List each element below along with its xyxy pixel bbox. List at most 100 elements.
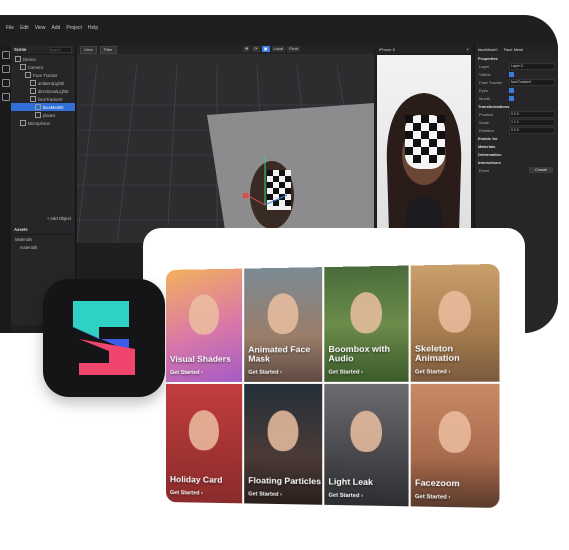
tile-face-figure [188, 410, 219, 451]
object-icon [20, 120, 26, 126]
scene-tree-item[interactable]: directionalLight0 [11, 87, 75, 95]
property-label: Layer [479, 63, 490, 69]
device-selector[interactable]: iPhone 8 [379, 47, 395, 52]
property-value-field[interactable]: 0 0 0 [509, 110, 555, 118]
scene-item-label: Device [23, 56, 36, 62]
event-row: Event Create [475, 166, 558, 174]
add-object-button[interactable]: + Add Object [47, 216, 71, 221]
section-interactions[interactable]: Interactions [475, 158, 558, 166]
get-started-label: Get Started [248, 491, 279, 498]
property-checkbox[interactable] [509, 87, 514, 93]
properties-list: Layer Layer 0 Visible Face Tracker faceTrack… [475, 62, 558, 102]
section-properties[interactable]: Properties [475, 54, 558, 62]
object-icon [30, 96, 36, 102]
get-started-label: Get Started [328, 492, 360, 500]
transforms-list: Position 0 0 0 Scale 1 1 1 Rotation 0 0 0 [475, 110, 558, 134]
template-tile[interactable]: Visual Shaders Get Started › [166, 268, 243, 382]
property-checkbox[interactable] [509, 71, 514, 77]
scene-item-label: Camera [28, 64, 43, 70]
get-started-link[interactable]: Get Started › [248, 491, 282, 498]
property-label: Eyes [479, 87, 488, 93]
play-icon[interactable] [1, 65, 10, 73]
scene-tree-item[interactable]: faceMesh0 [11, 103, 75, 111]
menu-item-file[interactable]: File [6, 25, 14, 31]
menu-item-project[interactable]: Project [66, 25, 82, 31]
layers-icon[interactable] [1, 51, 10, 59]
template-tiles-grid: Visual Shaders Get Started › Animated Face… [166, 263, 500, 511]
section-materials[interactable]: Materials [475, 142, 558, 150]
preview-face-image [386, 93, 462, 233]
section-transformations[interactable]: Transformations [475, 102, 558, 110]
tab-object[interactable]: faceMesh0 [478, 47, 498, 52]
tile-face-figure [267, 292, 299, 334]
viewport-canvas [77, 64, 374, 243]
scene-tree-item[interactable]: planes [11, 111, 75, 119]
section-deformation[interactable]: Deformation [475, 150, 558, 158]
get-started-link[interactable]: Get Started › [170, 370, 203, 376]
assets-tree: Materials material0 [11, 235, 75, 251]
tile-title: Skeleton Animation [414, 343, 460, 364]
menu-item-edit[interactable]: Edit [20, 25, 29, 31]
preview-menu-icon[interactable]: ≡ [467, 47, 469, 52]
get-started-link[interactable]: Get Started › [415, 494, 450, 501]
template-tile[interactable]: Holiday Card Get Started › [166, 383, 243, 504]
property-value-field[interactable]: 1 1 1 [509, 118, 555, 126]
assets-panel-header: Assets [11, 225, 75, 235]
assets-title: Assets [14, 227, 28, 232]
scene-search-input[interactable] [50, 46, 72, 53]
scene-tree-item[interactable]: Camera [11, 63, 75, 71]
property-row: Mouth [475, 94, 558, 102]
scene-tree-item[interactable]: Face Tracker [11, 71, 75, 79]
get-started-label: Get Started [248, 369, 279, 376]
tile-title: Visual Shaders [169, 353, 231, 364]
scene-tree-item[interactable]: ambientLight0 [11, 79, 75, 87]
scene-item-label: Face Tracker [33, 72, 58, 78]
get-started-link[interactable]: Get Started › [415, 369, 450, 375]
menu-item-view[interactable]: View [35, 25, 46, 31]
tile-title: Facezoom [414, 477, 460, 489]
search-icon[interactable] [1, 93, 10, 101]
tile-face-figure [438, 290, 472, 333]
template-tile[interactable]: Facezoom Get Started › [410, 383, 500, 508]
template-tile[interactable]: Animated Face Mask Get Started › [244, 267, 323, 382]
section-enable-for[interactable]: Enable for [475, 134, 558, 142]
template-tile[interactable]: Floating Particles Get Started › [244, 383, 323, 505]
asset-item-label: Materials [15, 236, 32, 242]
scene-viewport[interactable]: View Filter ✥ ⟳ ▣ Local Pivot [77, 45, 374, 243]
property-row: Eyes [475, 86, 558, 94]
create-button[interactable]: Create [528, 167, 553, 173]
chevron-right-icon: › [278, 491, 282, 498]
get-started-link[interactable]: Get Started › [170, 490, 203, 497]
menu-bar: File Edit View Add Project Help [0, 22, 126, 34]
asset-item[interactable]: material0 [11, 243, 75, 251]
property-checkbox[interactable] [509, 95, 514, 101]
menu-item-help[interactable]: Help [88, 25, 98, 31]
get-started-link[interactable]: Get Started › [248, 370, 282, 376]
get-started-link[interactable]: Get Started › [328, 493, 363, 500]
tab-type[interactable]: Face Mesh [504, 47, 524, 52]
property-value-field[interactable]: Layer 0 [509, 62, 555, 70]
tile-title: Light Leak [328, 476, 374, 488]
template-tile[interactable]: Skeleton Animation Get Started › [410, 263, 500, 382]
object-icon [35, 104, 41, 110]
property-value-field[interactable]: faceTracker0 [509, 78, 555, 86]
event-label: Event [479, 167, 490, 173]
scene-tree-item[interactable]: Device [11, 55, 75, 63]
property-value-field[interactable]: 0 0 0 [509, 126, 555, 134]
preview-toolbar: iPhone 8 ≡ [376, 45, 472, 54]
asset-item[interactable]: Materials [11, 235, 75, 243]
template-tile[interactable]: Boombox with Audio Get Started › [324, 265, 409, 382]
scene-item-label: planes [43, 112, 56, 118]
get-started-link[interactable]: Get Started › [328, 369, 363, 375]
scene-tree-item[interactable]: faceTracker0 [11, 95, 75, 103]
tile-face-figure [350, 410, 382, 453]
left-tool-strip [0, 45, 11, 333]
chevron-right-icon: › [359, 369, 364, 376]
property-row: Face Tracker faceTracker0 [475, 78, 558, 86]
menu-item-add[interactable]: Add [51, 25, 60, 31]
chevron-right-icon: › [199, 490, 203, 497]
property-row: Layer Layer 0 [475, 62, 558, 70]
scene-tree-item[interactable]: Microphone [11, 119, 75, 127]
template-tile[interactable]: Light Leak Get Started › [324, 383, 409, 507]
hierarchy-icon[interactable] [1, 79, 10, 87]
